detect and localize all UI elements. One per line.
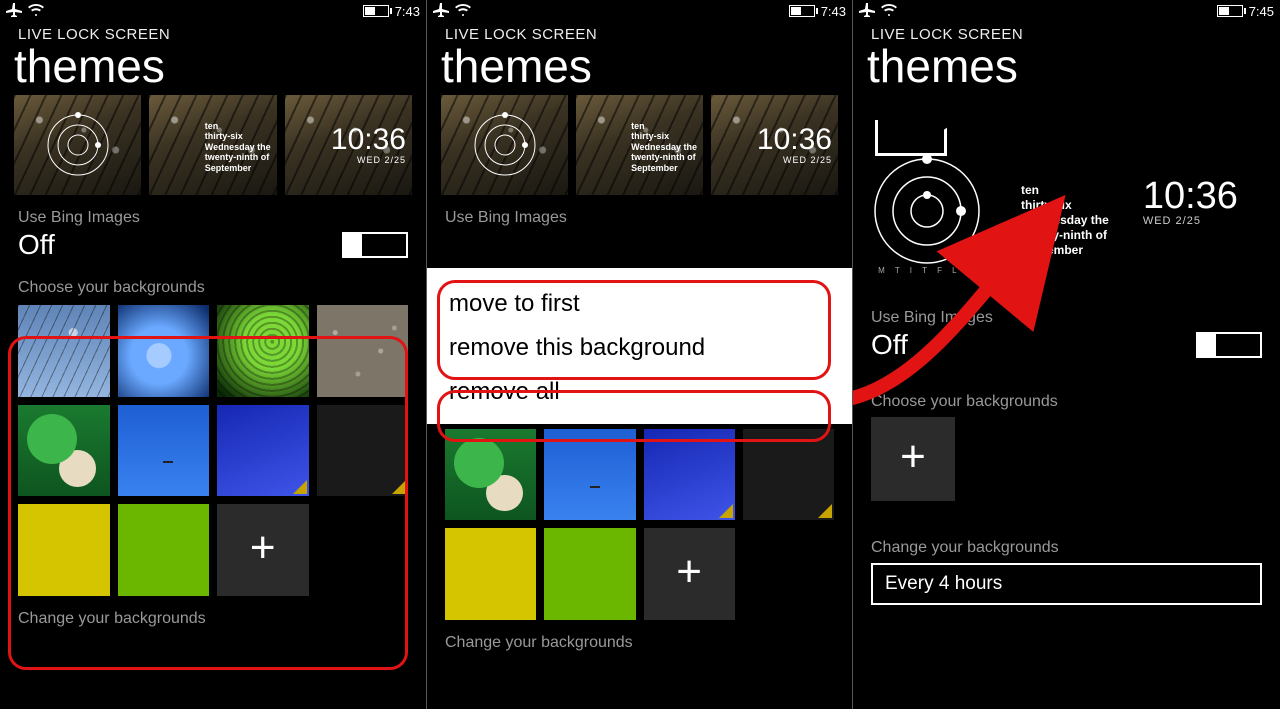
theme-option-wordclock[interactable]: ten thirty-six Wednesday the twenty-nint… — [576, 95, 703, 195]
wifi-icon — [28, 3, 44, 20]
add-background-button[interactable]: + — [217, 504, 309, 596]
background-grid: + — [427, 425, 852, 628]
battery-icon — [363, 5, 389, 17]
orbit-clock-icon — [867, 151, 987, 271]
digital-clock-date: WED 2/25 — [357, 155, 412, 165]
theme-preview-row: ten thirty-six Wednesday the twenty-nint… — [0, 95, 426, 209]
background-tile[interactable] — [445, 528, 536, 619]
background-tile[interactable] — [18, 504, 110, 596]
orbit-days: M T I T F L S — [867, 266, 987, 275]
status-bar: 7:45 — [853, 0, 1280, 22]
theme-orbit-large[interactable]: M T I T F L S — [867, 151, 987, 271]
add-background-button[interactable]: + — [871, 417, 955, 501]
background-tile[interactable] — [644, 429, 735, 520]
orbit-clock-icon — [470, 110, 540, 180]
digital-clock-date: WED 2/25 — [783, 155, 838, 165]
wordclock-text: ten thirty-six Wednesday the twenty-nint… — [205, 117, 277, 173]
battery-icon — [1217, 5, 1243, 17]
page-title: themes — [853, 43, 1280, 95]
background-tile[interactable] — [118, 305, 210, 397]
wifi-icon — [455, 3, 471, 20]
theme-option-orbit[interactable] — [441, 95, 568, 195]
background-tile[interactable] — [217, 305, 309, 397]
background-tile[interactable] — [445, 429, 536, 520]
background-tile[interactable] — [118, 405, 210, 497]
choose-backgrounds-label: Choose your backgrounds — [853, 393, 1280, 413]
status-clock: 7:45 — [1249, 4, 1274, 19]
plus-icon: + — [250, 526, 276, 570]
bing-label: Use Bing Images — [853, 309, 1280, 329]
status-clock: 7:43 — [395, 4, 420, 19]
theme-option-orbit[interactable] — [14, 95, 141, 195]
airplane-mode-icon — [859, 3, 875, 20]
background-tile[interactable] — [544, 528, 635, 619]
battery-icon — [789, 5, 815, 17]
bing-label: Use Bing Images — [427, 209, 852, 229]
change-backgrounds-label: Change your backgrounds — [0, 604, 426, 630]
plus-icon: + — [676, 550, 702, 594]
digital-clock-time: 10:36 — [1143, 177, 1238, 215]
bing-toggle[interactable] — [342, 232, 408, 258]
change-interval-select[interactable]: Every 4 hours — [871, 563, 1262, 605]
status-bar: 7:43 — [0, 0, 426, 22]
background-tile[interactable] — [544, 429, 635, 520]
bing-toggle[interactable] — [1196, 332, 1262, 358]
background-tile[interactable] — [18, 405, 110, 497]
screen-2-context-menu: 7:43 LIVE LOCK SCREEN themes ten thirty-… — [426, 0, 852, 709]
background-grid: + — [0, 299, 426, 604]
change-backgrounds-label: Change your backgrounds — [853, 533, 1280, 559]
theme-preview-row: ten thirty-six Wednesday the twenty-nint… — [427, 95, 852, 209]
status-clock: 7:43 — [821, 4, 846, 19]
airplane-mode-icon — [6, 3, 22, 20]
menu-remove-this[interactable]: remove this background — [427, 326, 852, 370]
bing-toggle-value: Off — [18, 229, 342, 261]
context-menu: move to first remove this background rem… — [427, 268, 852, 424]
theme-digital-large[interactable]: 10:36 WED 2/25 — [1143, 151, 1238, 227]
background-tile[interactable] — [18, 305, 110, 397]
page-title: themes — [427, 43, 852, 95]
bing-label: Use Bing Images — [0, 209, 426, 229]
orbit-clock-icon — [43, 110, 113, 180]
background-tile[interactable] — [118, 504, 210, 596]
wordclock-text: ten thirty-six Wednesday the twenty-nint… — [631, 117, 703, 173]
background-tile[interactable] — [217, 405, 309, 497]
background-tile[interactable] — [317, 305, 409, 397]
change-backgrounds-label: Change your backgrounds — [427, 628, 852, 654]
menu-remove-all[interactable]: remove all — [427, 370, 852, 414]
digital-clock-time: 10:36 — [331, 125, 412, 155]
status-bar: 7:43 — [427, 0, 852, 22]
plus-icon: + — [900, 435, 926, 479]
choose-backgrounds-label: Choose your backgrounds — [0, 279, 426, 299]
add-background-button[interactable]: + — [644, 528, 735, 619]
screen-3-empty: 7:45 LIVE LOCK SCREEN themes M T I T F L… — [852, 0, 1280, 709]
theme-option-digital[interactable]: 10:36 WED 2/25 — [711, 95, 838, 195]
theme-wordclock-large[interactable]: ten thirty-six Wednesday the twenty-nint… — [1021, 151, 1109, 258]
bing-toggle-value: Off — [871, 329, 1196, 361]
theme-option-digital[interactable]: 10:36 WED 2/25 — [285, 95, 412, 195]
wifi-icon — [881, 3, 897, 20]
menu-move-to-first[interactable]: move to first — [427, 282, 852, 326]
airplane-mode-icon — [433, 3, 449, 20]
background-tile[interactable] — [743, 429, 834, 520]
theme-option-wordclock[interactable]: ten thirty-six Wednesday the twenty-nint… — [149, 95, 276, 195]
page-title: themes — [0, 43, 426, 95]
digital-clock-time: 10:36 — [757, 125, 838, 155]
screen-1-themes: 7:43 LIVE LOCK SCREEN themes ten thirty-… — [0, 0, 426, 709]
background-tile[interactable] — [317, 405, 409, 497]
